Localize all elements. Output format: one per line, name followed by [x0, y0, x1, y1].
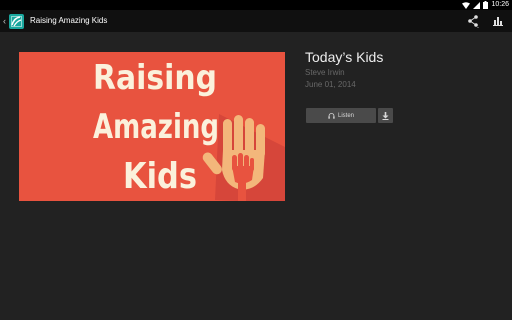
app-logo-icon[interactable] [9, 14, 24, 29]
battery-icon [483, 1, 489, 9]
cover-line-kids: Kids [123, 156, 197, 197]
download-icon [382, 111, 389, 120]
action-bar: ‹ Raising Amazing Kids [0, 10, 512, 32]
episode-date: June 01, 2014 [305, 80, 356, 89]
bar-chart-icon[interactable] [493, 15, 503, 27]
download-button[interactable] [378, 108, 393, 123]
cover-line-raising: Raising [93, 58, 217, 98]
status-icons: 10:26 [462, 0, 509, 10]
back-chevron-icon[interactable]: ‹ [1, 10, 8, 32]
status-time: 10:26 [491, 1, 509, 8]
headphones-icon [328, 112, 335, 119]
cover-line-amazing: Amazing [93, 107, 219, 147]
signal-icon [473, 1, 481, 9]
status-bar: 10:26 [0, 0, 512, 10]
listen-button[interactable]: Listen [306, 108, 376, 123]
wifi-icon [462, 1, 471, 9]
listen-label: Listen [337, 112, 354, 119]
action-bar-title: Raising Amazing Kids [30, 16, 108, 25]
podcast-cover-art: Raising Amazing Kids [19, 52, 285, 201]
episode-title: Today’s Kids [305, 49, 384, 65]
episode-author: Steve Irwin [305, 68, 345, 77]
share-icon[interactable] [467, 14, 479, 28]
